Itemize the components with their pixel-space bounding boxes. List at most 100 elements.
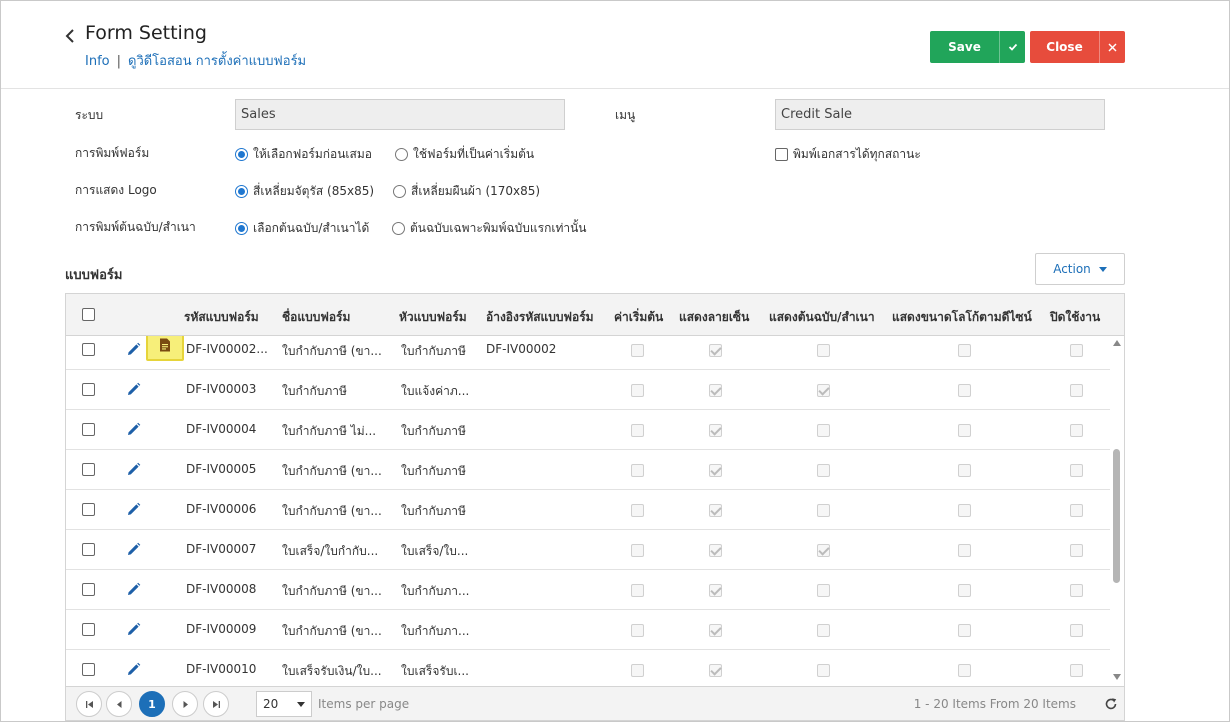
- row-select-checkbox[interactable]: [82, 503, 95, 516]
- copy-checkbox: [817, 664, 830, 677]
- previous-page-button[interactable]: [106, 691, 132, 717]
- select-all-checkbox[interactable]: [82, 308, 95, 321]
- radio-unselected[interactable]: [392, 222, 405, 235]
- disabled-checkbox: [1070, 504, 1083, 517]
- last-page-button[interactable]: [203, 691, 229, 717]
- breadcrumb-info-link[interactable]: Info: [85, 54, 110, 69]
- caret-down-icon: [297, 701, 305, 707]
- save-button-label: Save: [948, 40, 981, 54]
- table-row[interactable]: DF-IV00007 ใบเสร็จ/ใบกำกับ... ใบเสร็จ/ใบ..…: [66, 530, 1110, 570]
- save-button[interactable]: Save: [930, 31, 1025, 63]
- row-select-checkbox[interactable]: [82, 383, 95, 396]
- pencil-icon[interactable]: [126, 582, 141, 597]
- cell-heading: ใบเสร็จรับเ...: [401, 664, 469, 678]
- window-frame: Form Setting Info | ดูวิดีโอสอน การตั้งค่า…: [0, 0, 1230, 722]
- scroll-up-icon[interactable]: [1113, 340, 1121, 346]
- row-select-checkbox[interactable]: [82, 583, 95, 596]
- scroll-down-icon[interactable]: [1113, 674, 1121, 680]
- signature-checkbox: [709, 504, 722, 517]
- column-header-code[interactable]: รหัสแบบฟอร์ม: [184, 308, 259, 327]
- default-checkbox: [631, 344, 644, 357]
- column-header-disabled[interactable]: ปิดใช้งาน: [1050, 308, 1100, 327]
- page-number-button[interactable]: 1: [139, 691, 165, 717]
- row-select-checkbox[interactable]: [82, 543, 95, 556]
- signature-checkbox: [709, 544, 722, 557]
- pencil-icon[interactable]: [126, 542, 141, 557]
- column-header-name[interactable]: ชื่อแบบฟอร์ม: [282, 308, 350, 327]
- pencil-icon[interactable]: [126, 502, 141, 517]
- radio-label: ให้เลือกฟอร์มก่อนเสมอ: [253, 147, 372, 161]
- pencil-icon[interactable]: [126, 382, 141, 397]
- radio-selected[interactable]: [235, 185, 248, 198]
- print-all-status-checkbox[interactable]: พิมพ์เอกสารได้ทุกสถานะ: [775, 145, 921, 164]
- next-page-button[interactable]: [172, 691, 198, 717]
- pencil-icon[interactable]: [126, 662, 141, 677]
- row-select-checkbox[interactable]: [82, 663, 95, 676]
- pencil-icon[interactable]: [126, 422, 141, 437]
- table-row[interactable]: DF-IV00006 ใบกำกับภาษี (ขา... ใบกำกับภาษี: [66, 490, 1110, 530]
- radio-unselected[interactable]: [393, 185, 406, 198]
- table-row[interactable]: DF-IV00010 ใบเสร็จรับเงิน/ใบ... ใบเสร็จรับ…: [66, 650, 1110, 686]
- grid-body: DF-IV00002... ใบกำกับภาษี (ขา... ใบกำกับภา…: [66, 336, 1110, 686]
- table-row[interactable]: DF-IV00009 ใบกำกับภาษี (ขา... ใบกำกับภา...: [66, 610, 1110, 650]
- radio-selected[interactable]: [235, 148, 248, 161]
- logo-square-radio[interactable]: สี่เหลี่ยมจัตุรัส (85x85): [235, 182, 374, 201]
- logo-size-checkbox: [958, 384, 971, 397]
- row-select-checkbox[interactable]: [82, 623, 95, 636]
- cell-name: ใบเสร็จรับเงิน/ใบ...: [282, 664, 382, 678]
- pencil-icon[interactable]: [126, 462, 141, 477]
- default-checkbox: [631, 384, 644, 397]
- column-header-copy[interactable]: แสดงต้นฉบับ/สำเนา: [769, 308, 875, 327]
- logo-size-checkbox: [958, 464, 971, 477]
- column-header-heading[interactable]: หัวแบบฟอร์ม: [399, 308, 467, 327]
- breadcrumb-video-link[interactable]: ดูวิดีโอสอน การตั้งค่าแบบฟอร์ม: [128, 54, 306, 69]
- scrollbar-thumb[interactable]: [1113, 449, 1120, 583]
- save-dropdown-toggle[interactable]: [999, 31, 1025, 63]
- default-checkbox: [631, 664, 644, 677]
- print-form-always-select-radio[interactable]: ให้เลือกฟอร์มก่อนเสมอ: [235, 145, 372, 164]
- cell-name: ใบกำกับภาษี ไม่...: [282, 424, 377, 438]
- menu-field: Credit Sale: [775, 99, 1105, 130]
- grid-header: รหัสแบบฟอร์ม ชื่อแบบฟอร์ม หัวแบบฟอร์ม อ้…: [66, 294, 1124, 336]
- pencil-icon[interactable]: [126, 622, 141, 637]
- row-select-checkbox[interactable]: [82, 423, 95, 436]
- radio-selected[interactable]: [235, 222, 248, 235]
- copy-selectable-radio[interactable]: เลือกต้นฉบับ/สำเนาได้: [235, 219, 369, 238]
- document-icon: [160, 338, 170, 352]
- grid-scrollbar[interactable]: [1110, 336, 1124, 686]
- pencil-icon[interactable]: [126, 342, 141, 357]
- radio-unselected[interactable]: [395, 148, 408, 161]
- print-form-default-radio[interactable]: ใช้ฟอร์มที่เป็นค่าเริ่มต้น: [395, 145, 534, 164]
- table-row[interactable]: DF-IV00003 ใบกำกับภาษี ใบแจ้งค่าภ...: [66, 370, 1110, 410]
- page-title: Form Setting: [85, 22, 207, 44]
- column-header-signature[interactable]: แสดงลายเซ็น: [679, 308, 749, 327]
- checkbox[interactable]: [775, 148, 788, 161]
- row-select-checkbox[interactable]: [82, 463, 95, 476]
- copy-checkbox: [817, 504, 830, 517]
- row-select-checkbox[interactable]: [82, 343, 95, 356]
- table-row[interactable]: DF-IV00008 ใบกำกับภาษี (ขา... ใบกำกับภา...: [66, 570, 1110, 610]
- close-icon-area[interactable]: [1099, 31, 1125, 63]
- refresh-icon[interactable]: [1104, 697, 1118, 711]
- chevron-left-icon[interactable]: [63, 26, 79, 46]
- action-dropdown-button[interactable]: Action: [1035, 253, 1125, 285]
- column-header-logo-size[interactable]: แสดงขนาดโลโก้ตามดีไซน์: [892, 308, 1032, 327]
- preview-document-button[interactable]: [146, 336, 184, 361]
- copy-first-only-radio[interactable]: ต้นฉบับเฉพาะพิมพ์ฉบับแรกเท่านั้น: [392, 219, 587, 238]
- forms-section-title: แบบฟอร์ม: [65, 268, 123, 283]
- logo-size-checkbox: [958, 584, 971, 597]
- first-page-button[interactable]: [76, 691, 102, 717]
- column-header-default[interactable]: ค่าเริ่มต้น: [614, 308, 663, 327]
- copy-checkbox: [817, 384, 830, 397]
- table-row[interactable]: DF-IV00005 ใบกำกับภาษี (ขา... ใบกำกับภาษี: [66, 450, 1110, 490]
- cell-ref: DF-IV00002: [486, 342, 557, 356]
- grid-pager: 1 20 Items per page 1 - 20 Items From 20…: [66, 686, 1124, 720]
- table-row[interactable]: DF-IV00002... ใบกำกับภาษี (ขา... ใบกำกับภา…: [66, 336, 1110, 370]
- close-button[interactable]: Close: [1030, 31, 1125, 63]
- logo-rectangle-radio[interactable]: สี่เหลี่ยมผืนผ้า (170x85): [393, 182, 540, 201]
- copy-checkbox: [817, 624, 830, 637]
- column-header-ref[interactable]: อ้างอิงรหัสแบบฟอร์ม: [486, 308, 594, 327]
- cell-code: DF-IV00009: [186, 622, 257, 636]
- table-row[interactable]: DF-IV00004 ใบกำกับภาษี ไม่... ใบกำกับภาษี: [66, 410, 1110, 450]
- page-size-select[interactable]: 20: [256, 691, 312, 717]
